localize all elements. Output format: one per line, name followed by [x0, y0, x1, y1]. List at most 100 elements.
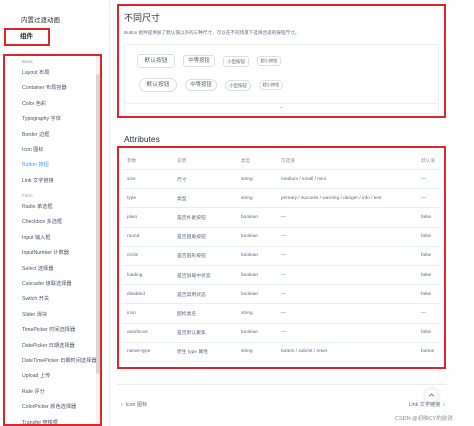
sidebar-item[interactable]: Container 布局容器: [22, 84, 67, 91]
table-cell: plain: [127, 214, 138, 220]
table-cell: icon: [127, 310, 136, 316]
table-cell: round: [127, 234, 140, 240]
sidebar-item[interactable]: Icon 图标: [22, 146, 44, 153]
sidebar-scrollbar[interactable]: [96, 56, 100, 424]
sidebar-item[interactable]: Button 按钮: [22, 161, 49, 168]
sidebar-item[interactable]: Layout 布局: [22, 69, 49, 76]
sidebar-item[interactable]: Radio 单选框: [22, 203, 53, 210]
sidebar-item[interactable]: Cascader 级联选择器: [22, 280, 72, 287]
table-header-cell: 说明: [177, 158, 187, 163]
table-cell: 是否圆角按钮: [177, 235, 206, 241]
table-cell: —: [421, 176, 426, 182]
table-cell: string: [241, 195, 253, 201]
size-demo-button[interactable]: 中等按钮: [185, 78, 217, 92]
table-cell: string: [241, 310, 253, 316]
table-cell: disabled: [127, 291, 145, 297]
size-demo-button[interactable]: 超小按钮: [257, 56, 281, 66]
sidebar-item[interactable]: DateTimePicker 日期时间选择器: [22, 357, 96, 364]
table-row: icon 图标类名 string — —: [123, 304, 440, 324]
table-cell: false: [421, 214, 432, 220]
table-cell: —: [421, 195, 426, 201]
sidebar-item[interactable]: Switch 开关: [22, 295, 49, 302]
sidebar-item[interactable]: DatePicker 日期选择器: [22, 342, 75, 349]
table-cell: false: [421, 291, 432, 297]
table-cell: 类型: [177, 196, 187, 202]
table-cell: size: [127, 176, 136, 182]
table-cell: —: [281, 310, 286, 316]
next-page-label: Link 文字链接: [408, 402, 441, 408]
size-demo-button[interactable]: 默认按钮: [137, 54, 175, 68]
table-cell: false: [421, 253, 432, 259]
sidebar-item[interactable]: Select 选择器: [22, 265, 53, 272]
table-row: plain 是否朴素按钮 boolean — false: [123, 208, 440, 228]
sidebar-item[interactable]: Checkbox 多选框: [22, 218, 62, 225]
table-cell: boolean: [241, 272, 259, 278]
sidebar-item-transitions[interactable]: 内置过渡动画: [21, 14, 60, 24]
table-row: autofocus 是否默认聚焦 boolean — false: [123, 324, 440, 343]
table-cell: 原生 type 属性: [177, 350, 208, 356]
sidebar-item[interactable]: Rate 评分: [22, 388, 45, 395]
table-cell: type: [127, 195, 137, 201]
sizes-demo-block: ⌄ 默认按钮 中等按钮 小型按钮 超小按钮 默认按钮 中等按钮 小型按钮 超小按钮: [124, 44, 439, 114]
table-cell: boolean: [241, 234, 259, 240]
table-cell: primary / success / warning / danger / i…: [281, 195, 382, 201]
sidebar-item[interactable]: Upload 上传: [22, 372, 50, 379]
size-demo-button[interactable]: 小型按钮: [223, 55, 249, 67]
sizes-section: 不同尺寸 Button 组件提供除了默认值以外的三种尺寸，可以在不同场景下选择合…: [117, 4, 446, 118]
table-row: type 类型 string primary / success / warning …: [123, 189, 440, 209]
table-cell: 是否朴素按钮: [177, 215, 206, 221]
table-cell: 是否默认聚焦: [177, 331, 206, 337]
sidebar-item[interactable]: Transfer 穿梭框: [22, 419, 58, 424]
table-cell: boolean: [241, 253, 259, 259]
demo-expand-toggle[interactable]: ⌄: [125, 103, 438, 113]
sidebar-item[interactable]: TimePicker 时间选择器: [22, 326, 75, 333]
table-row: size 尺寸 string medium / small / mini —: [123, 170, 440, 190]
sidebar-item[interactable]: Typography 字体: [22, 115, 61, 122]
table-header-cell: 默认值: [421, 158, 435, 163]
table-cell: —: [281, 291, 286, 297]
table-cell: 是否圆形按钮: [177, 254, 206, 260]
sidebar-nav: Basic Layout 布局 Container 布局容器 Color 色彩 Typo…: [3, 54, 102, 426]
table-row: native-type 原生 type 属性 string button / subm…: [123, 343, 440, 362]
sidebar-group-label: Basic: [22, 59, 34, 64]
sidebar-divider: [109, 0, 110, 426]
sizes-title: 不同尺寸: [124, 13, 161, 23]
watermark: CSDN @初映CY的前说: [395, 416, 453, 422]
table-cell: medium / small / mini: [281, 176, 327, 182]
table-cell: string: [241, 176, 253, 182]
size-demo-button[interactable]: 超小按钮: [259, 80, 283, 90]
sidebar-item[interactable]: Input 输入框: [22, 234, 51, 241]
back-to-top-button[interactable]: [425, 389, 438, 402]
table-cell: 图标类名: [177, 311, 197, 317]
table-cell: boolean: [241, 330, 259, 336]
table-cell: boolean: [241, 291, 259, 297]
sidebar-item[interactable]: Slider 滑块: [22, 311, 47, 318]
sidebar-section-components: 组件: [4, 28, 50, 46]
table-cell: boolean: [241, 214, 259, 220]
table-row: round 是否圆角按钮 boolean — false: [123, 228, 440, 247]
size-demo-button[interactable]: 默认按钮: [139, 78, 177, 92]
size-demo-button[interactable]: 中等按钮: [183, 54, 215, 68]
size-demo-button[interactable]: 小型按钮: [225, 79, 251, 91]
table-cell: circle: [127, 253, 139, 259]
table-cell: —: [281, 214, 286, 220]
table-cell: string: [241, 349, 253, 355]
table-cell: false: [421, 272, 432, 278]
table-cell: 是否禁用状态: [177, 292, 206, 298]
sidebar-item[interactable]: InputNumber 计数器: [22, 249, 69, 256]
sidebar-item[interactable]: Border 边框: [22, 131, 49, 138]
prev-page-link[interactable]: ‹ Icon 图标: [121, 401, 147, 408]
sidebar-scroll-thumb[interactable]: [96, 74, 100, 374]
sidebar-group-label: Form: [22, 193, 33, 198]
next-page-link[interactable]: Link 文字链接 ›: [409, 401, 445, 408]
sidebar-item[interactable]: Link 文字链接: [22, 177, 54, 184]
sidebar-item[interactable]: Color 色彩: [22, 100, 46, 107]
table-cell: autofocus: [127, 330, 148, 336]
table-row: circle 是否圆形按钮 boolean — false: [123, 247, 440, 266]
sidebar-item[interactable]: ColorPicker 颜色选择器: [22, 403, 76, 410]
table-cell: loading: [127, 272, 143, 278]
table-row: disabled 是否禁用状态 boolean — false: [123, 285, 440, 305]
table-cell: native-type: [127, 349, 151, 355]
table-cell: 是否加载中状态: [177, 273, 211, 279]
table-row: loading 是否加载中状态 boolean — false: [123, 266, 440, 286]
